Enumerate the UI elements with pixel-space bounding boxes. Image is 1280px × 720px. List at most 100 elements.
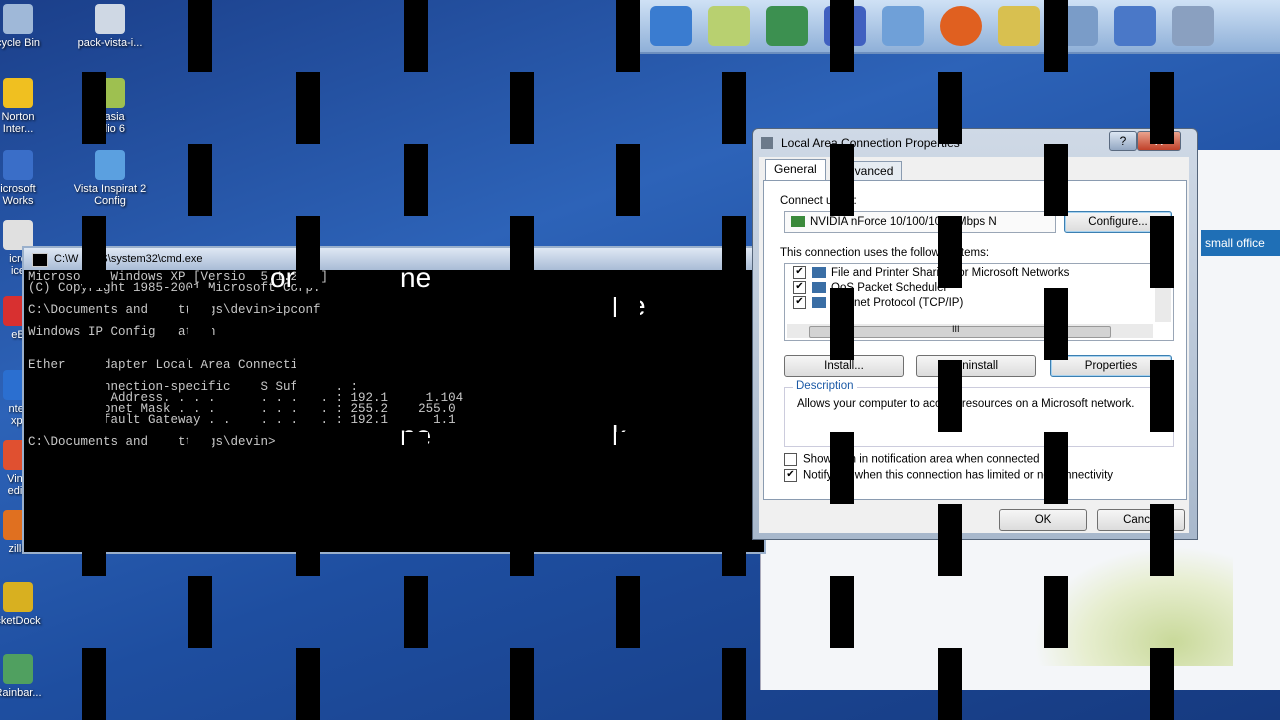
cmd-line: C:\Documents and ttings\devin> — [28, 435, 276, 449]
black-bar — [1150, 648, 1174, 720]
desktop-icon[interactable]: icrosoft Works — [0, 150, 66, 207]
desktop-icon-label: Vista Inspirat 2 Config — [73, 183, 147, 207]
cmd-title: C:\W OWS\system32\cmd.exe — [54, 253, 203, 265]
desktop-icon[interactable]: Rainbar... — [0, 654, 66, 699]
cmd-line: Ether adapter Local Area Connection: — [28, 358, 321, 372]
dialog-body: General Advanced Connect using: NVIDIA n… — [759, 157, 1189, 533]
desktop-icon[interactable]: cketDock — [0, 582, 66, 627]
item-checkbox[interactable]: ✔ — [793, 296, 806, 310]
adapter-field: NVIDIA nForce 10/100/1000 Mbps N — [784, 211, 1056, 233]
cmd-output[interactable]: Microso t Windows XP [Versio 5.1.2600] (C… — [24, 270, 764, 450]
show-icon-row[interactable]: Show icon in notification area when conn… — [784, 453, 1040, 466]
list-item[interactable]: ✔ Internet Protocol (TCP/IP) — [793, 296, 963, 311]
black-bar — [404, 576, 428, 648]
desktop-icon-image — [3, 582, 33, 612]
dialog-title: Local Area Connection Properties — [781, 136, 960, 150]
desktop-icon[interactable]: cycle Bin — [0, 4, 66, 49]
cmd-line: Windows IP Config ation — [28, 325, 216, 339]
black-bar — [510, 648, 534, 720]
dialog-title-bar[interactable]: Local Area Connection Properties ? X — [753, 129, 1197, 157]
network-component-icon — [812, 297, 826, 309]
uninstall-button[interactable]: Uninstall — [916, 355, 1036, 377]
desktop-icon-label: cycle Bin — [0, 37, 41, 49]
black-bar — [722, 216, 746, 288]
black-bar — [296, 504, 320, 576]
document-icon[interactable] — [708, 6, 750, 46]
desktop-icon[interactable]: Vista Inspirat 2 Config — [62, 150, 158, 207]
black-bar — [722, 504, 746, 576]
black-bar — [1150, 216, 1174, 288]
desktop-icon[interactable]: ntasia udio 6 — [62, 78, 158, 135]
black-bar — [404, 0, 428, 72]
black-bar — [1150, 360, 1174, 432]
desktop-icon[interactable]: Norton Inter... — [0, 78, 66, 135]
cmd-title-bar[interactable]: C:\W OWS\system32\cmd.exe — [24, 248, 764, 270]
cmd-window[interactable]: C:\W OWS\system32\cmd.exe Microso t Wind… — [22, 246, 766, 554]
black-bar — [404, 288, 428, 360]
description-title: Description — [793, 380, 857, 392]
gear-icon[interactable] — [1172, 6, 1214, 46]
black-bar — [82, 216, 106, 288]
network-component-icon — [812, 267, 826, 279]
rocketdock-bar — [640, 0, 1280, 54]
black-bar — [616, 144, 640, 216]
ok-button[interactable]: OK — [999, 509, 1087, 531]
desktop-icon-image — [3, 4, 33, 34]
display-icon[interactable] — [766, 6, 808, 46]
cmd-line: Default Gateway . . . . . . . : 192.1 1.… — [28, 413, 456, 427]
desktop-icon-image — [3, 78, 33, 108]
tab-general[interactable]: General — [765, 159, 826, 181]
desktop-icon[interactable]: pack-vista-i... — [62, 4, 158, 49]
network-component-icon — [812, 282, 826, 294]
black-bar — [510, 360, 534, 432]
black-bar — [1044, 288, 1068, 360]
show-icon-checkbox[interactable] — [784, 453, 797, 466]
desktop-icon-label: icrosoft Works — [0, 183, 36, 207]
black-bar — [82, 360, 106, 432]
monitor-icon[interactable] — [650, 6, 692, 46]
firefox-icon[interactable] — [940, 6, 982, 46]
black-bar — [82, 72, 106, 144]
black-bar — [188, 576, 212, 648]
desktop-icon-label: cketDock — [0, 615, 41, 627]
desktop-icon-label: pack-vista-i... — [77, 37, 143, 49]
notify-checkbox[interactable]: ✔ — [784, 469, 797, 482]
black-bar — [510, 504, 534, 576]
help-button[interactable]: ? — [1109, 131, 1137, 151]
cmd-icon — [32, 253, 48, 267]
black-bar — [510, 216, 534, 288]
black-bar — [82, 504, 106, 576]
item-checkbox[interactable]: ✔ — [793, 266, 806, 280]
cmd-line: (C) Copyright 1985-2001 Microsoft Corp. — [28, 281, 321, 295]
list-item[interactable]: ✔File and Printer Sharing for Microsoft … — [793, 266, 1069, 281]
black-bar — [938, 72, 962, 144]
black-bar — [1044, 0, 1068, 72]
black-bar — [830, 0, 854, 72]
scroll-grip: III — [952, 324, 960, 334]
cmd-line — [28, 338, 760, 349]
black-bar — [296, 72, 320, 144]
network-icon[interactable] — [1114, 6, 1156, 46]
black-bar — [830, 576, 854, 648]
item-checkbox[interactable]: ✔ — [793, 281, 806, 295]
black-bar — [188, 144, 212, 216]
library-icon[interactable] — [998, 6, 1040, 46]
desktop-icon-label: Rainbar... — [0, 687, 42, 699]
black-bar — [296, 216, 320, 288]
background-window-banner: small office — [1201, 230, 1280, 256]
list-item[interactable]: ✔ QoS Packet Scheduler — [793, 281, 947, 296]
desktop-icon-label: ntasia udio 6 — [95, 111, 125, 135]
desktop-icon-image — [3, 654, 33, 684]
black-bar — [722, 360, 746, 432]
folder-icon[interactable] — [882, 6, 924, 46]
desktop-icon-image — [95, 150, 125, 180]
black-bar — [830, 144, 854, 216]
black-bar — [404, 432, 428, 504]
cmd-line: C:\Documents and ttings\devin>ipconf — [28, 303, 321, 317]
black-bar — [510, 72, 534, 144]
black-bar — [1044, 432, 1068, 504]
black-bar — [616, 288, 640, 360]
black-bar — [188, 432, 212, 504]
black-bar — [296, 360, 320, 432]
desktop-icon-label: Norton Inter... — [1, 111, 35, 135]
